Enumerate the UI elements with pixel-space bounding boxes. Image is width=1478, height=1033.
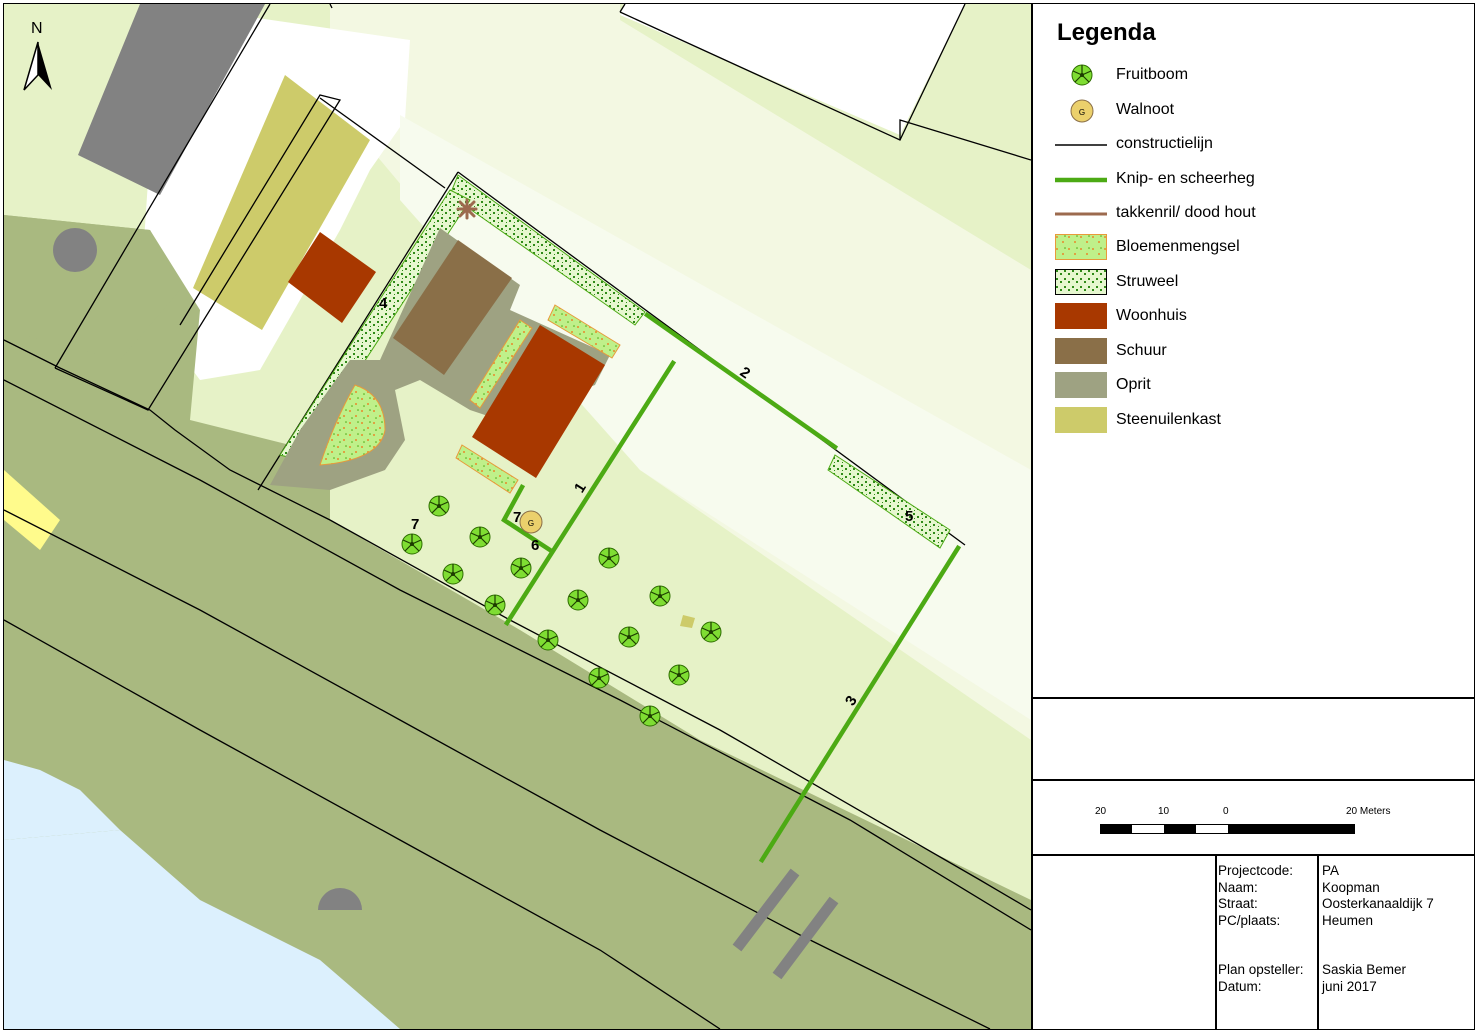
info-key: Straat: [1218, 896, 1258, 911]
walnut-letter: G [528, 519, 534, 528]
legend-item-struweel: Struweel [1055, 267, 1455, 297]
steenuilenkast-swatch [1055, 407, 1107, 433]
scale-bar-graphic [1100, 824, 1355, 834]
legend-item-steenuilenkast: Steenuilenkast [1055, 405, 1455, 435]
info-value-straat: Oosterkanaaldijk 7 [1322, 896, 1434, 911]
info-keys-top: Projectcode: Naam: Straat: PC/plaats: [1218, 863, 1293, 929]
site-plan-map[interactable]: G 1 2 3 4 5 6 7 7 N [4, 4, 1031, 1029]
brown-line-icon [1055, 212, 1107, 216]
info-value-opsteller: Saskia Bemer [1322, 962, 1407, 977]
info-key: Datum: [1218, 978, 1262, 994]
map-divider [1031, 3, 1033, 1030]
legend-divider [1031, 697, 1475, 699]
legend-item-heg: Knip- en scheerheg [1055, 164, 1455, 194]
zone-label-7a: 7 [411, 516, 419, 533]
info-value-naam: Koopman [1322, 879, 1380, 895]
oprit-swatch [1055, 372, 1107, 398]
info-keys-bottom: Plan opsteller: Datum: [1218, 962, 1304, 995]
zone-label-7b: 7 [513, 509, 521, 526]
legend-label: Schuur [1116, 342, 1167, 359]
legend-label: Fruitboom [1116, 66, 1189, 83]
legend-label: Struweel [1116, 273, 1179, 290]
walnut-icon: G [1070, 99, 1094, 123]
info-value-plaats: Heumen [1322, 912, 1374, 928]
legend-label: Woonhuis [1116, 307, 1187, 324]
flower-fill-icon [1055, 234, 1107, 260]
legend-item-bloemenmengsel: Bloemenmengsel [1055, 232, 1455, 262]
legend-item-fruitboom: Fruitboom [1055, 60, 1455, 90]
black-line-icon [1055, 144, 1107, 146]
schuur-swatch [1055, 338, 1107, 364]
info-values-bottom: Saskia Bemer juni 2017 [1322, 962, 1406, 995]
zone-label-6: 6 [531, 537, 539, 554]
info-col-divider-1 [1215, 855, 1217, 1030]
info-key: Naam: [1218, 879, 1258, 895]
info-key: PC/plaats: [1218, 912, 1281, 928]
legend-label: Oprit [1116, 376, 1151, 393]
info-key: Plan opsteller: [1218, 962, 1304, 977]
scale-label: 0 [1223, 806, 1229, 817]
legend-item-takkenril: takkenril/ dood hout [1055, 198, 1455, 228]
legend-label: constructielijn [1116, 135, 1213, 152]
shrub-fill-icon [1055, 269, 1107, 295]
green-line-icon [1055, 177, 1107, 183]
legend-item-oprit: Oprit [1055, 370, 1455, 400]
info-value-projectcode: PA [1322, 863, 1340, 878]
scale-divider [1031, 779, 1475, 781]
north-label: N [31, 20, 43, 37]
legend-label: Steenuilenkast [1116, 411, 1221, 428]
legend-label: Bloemenmengsel [1116, 238, 1240, 255]
info-value-datum: juni 2017 [1322, 978, 1377, 994]
scale-label: 20 [1095, 806, 1107, 817]
legend-label: Knip- en scheerheg [1116, 170, 1255, 187]
svg-text:G: G [1079, 108, 1085, 117]
info-key: Projectcode: [1218, 863, 1294, 878]
zone-label-4: 4 [379, 295, 388, 312]
scale-bar: 20 10 0 20 Meters [1090, 806, 1410, 846]
legend-label: Walnoot [1116, 101, 1175, 118]
legend-label: takkenril/ dood hout [1116, 204, 1256, 221]
legend-title: Legenda [1057, 19, 1156, 46]
info-col-divider-2 [1317, 855, 1319, 1030]
legend-item-walnoot: G Walnoot [1055, 95, 1455, 125]
woonhuis-swatch [1055, 303, 1107, 329]
scale-label: 10 [1158, 806, 1170, 817]
tree-icon [1071, 64, 1093, 86]
legend-item-schuur: Schuur [1055, 336, 1455, 366]
scale-label: 20 Meters [1346, 806, 1391, 817]
legend-item-constructielijn: constructielijn [1055, 129, 1455, 159]
legend-item-woonhuis: Woonhuis [1055, 301, 1455, 331]
zone-label-5: 5 [905, 508, 913, 525]
info-values-top: PA Koopman Oosterkanaaldijk 7 Heumen [1322, 863, 1434, 929]
info-divider [1031, 854, 1475, 856]
